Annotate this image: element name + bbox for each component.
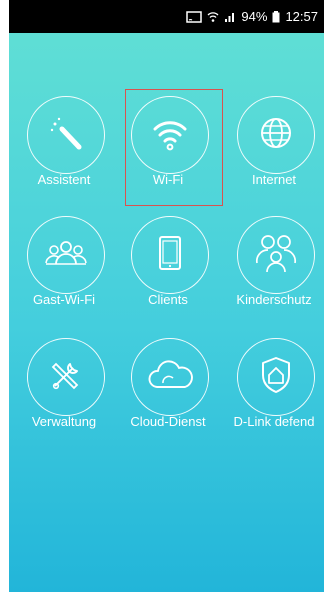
magic-wand-icon <box>43 110 89 161</box>
tile-kinderschutz-button[interactable] <box>237 216 315 294</box>
tile-cloud-dienst[interactable]: Cloud-Dienst <box>113 332 217 436</box>
globe-icon <box>253 110 299 161</box>
tile-d-link-defend[interactable]: D-Link defend <box>219 332 323 436</box>
cloud-icon <box>145 355 195 400</box>
tablet-icon <box>147 230 193 281</box>
tile-cloud-dienst-button[interactable] <box>131 338 209 416</box>
shield-house-icon <box>253 352 299 403</box>
feature-grid: Assistent Wi-Fi Internet Gast-Wi-Fi Clie… <box>9 0 324 592</box>
tile-gast-wifi-button[interactable] <box>27 216 105 294</box>
tile-internet-label: Internet <box>251 172 297 187</box>
tile-internet-button[interactable] <box>237 96 315 174</box>
tile-verwaltung[interactable]: Verwaltung <box>9 332 113 436</box>
tile-assistent[interactable]: Assistent <box>9 90 113 194</box>
tile-d-link-defend-button[interactable] <box>237 338 315 416</box>
tile-cloud-dienst-label: Cloud-Dienst <box>130 414 206 429</box>
tile-kinderschutz[interactable]: Kinderschutz <box>219 210 323 314</box>
tile-kinderschutz-label: Kinderschutz <box>236 292 312 307</box>
tile-clients[interactable]: Clients <box>113 210 217 314</box>
tile-clients-label: Clients <box>148 292 188 307</box>
selection-highlight <box>125 89 223 206</box>
tools-icon <box>43 352 89 403</box>
app-screen: 94% 12:57 Assistent Wi-Fi Internet Gast-… <box>9 0 324 592</box>
tile-gast-wifi[interactable]: Gast-Wi-Fi <box>9 210 113 314</box>
tile-clients-button[interactable] <box>131 216 209 294</box>
tile-assistent-button[interactable] <box>27 96 105 174</box>
tile-internet[interactable]: Internet <box>219 90 323 194</box>
guest-users-icon <box>41 230 91 281</box>
tile-verwaltung-button[interactable] <box>27 338 105 416</box>
tile-d-link-defend-label: D-Link defend <box>233 414 315 429</box>
family-icon <box>251 229 301 282</box>
